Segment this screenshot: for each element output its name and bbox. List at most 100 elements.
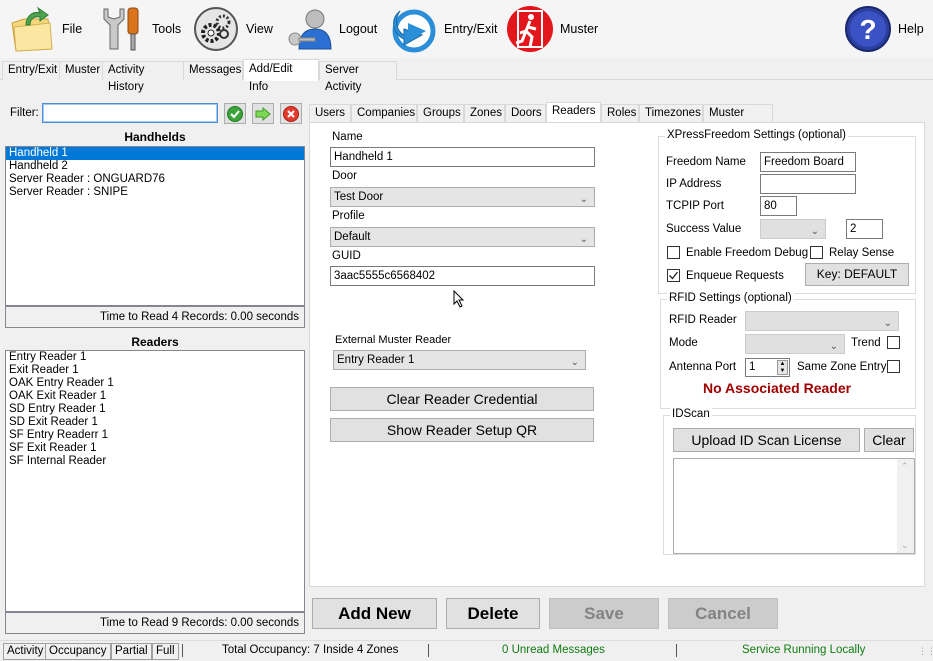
list-item[interactable]: OAK Exit Reader 1 <box>6 390 304 403</box>
separator <box>182 644 183 657</box>
name-input[interactable]: Handheld 1 <box>330 147 595 167</box>
list-item[interactable]: SF Entry Readerr 1 <box>6 429 304 442</box>
tab-server-activity[interactable]: Server Activity <box>319 61 397 93</box>
tab-doors[interactable]: Doors <box>505 104 546 123</box>
tab-companies[interactable]: Companies <box>351 104 417 123</box>
logout-label: Logout <box>339 22 378 36</box>
ip-address-input[interactable] <box>760 174 856 194</box>
upload-id-scan-license-button[interactable]: Upload ID Scan License <box>673 428 860 452</box>
clear-reader-credential-button[interactable]: Clear Reader Credential <box>330 387 594 411</box>
tab-add-edit-info[interactable]: Add/Edit Info <box>243 59 319 93</box>
antenna-port-spinner[interactable]: 1 ▲ ▼ <box>745 358 790 377</box>
tab-timezones[interactable]: Timezones <box>639 104 703 123</box>
list-item[interactable]: Handheld 2 <box>6 160 304 173</box>
tab-muster[interactable]: Muster <box>59 61 103 80</box>
list-item[interactable]: OAK Entry Reader 1 <box>6 377 304 390</box>
view-button[interactable]: View <box>192 4 273 54</box>
tab-readers[interactable]: Readers <box>546 102 601 124</box>
tab-zones[interactable]: Zones <box>464 104 505 123</box>
tools-icon <box>98 5 146 53</box>
save-button[interactable]: Save <box>549 598 659 629</box>
guid-input[interactable]: 3aac5555c6568402 <box>330 266 595 286</box>
tab-entry-exit[interactable]: Entry/Exit <box>2 61 60 80</box>
tab-users[interactable]: Users <box>309 104 351 123</box>
apply-filter-button[interactable] <box>224 103 246 124</box>
same-zone-entry-checkbox[interactable] <box>887 360 900 373</box>
sub-tabs: Users Companies Groups Zones Doors Reade… <box>309 102 925 136</box>
door-select[interactable]: Test Door ⌄ <box>330 187 595 207</box>
mode-select[interactable]: ⌄ <box>745 334 845 354</box>
arrow-right-icon <box>255 106 271 121</box>
clear-id-scan-button[interactable]: Clear <box>864 428 914 452</box>
tab-messages[interactable]: Messages <box>183 61 243 80</box>
tools-button[interactable]: Tools <box>98 4 181 54</box>
list-item[interactable]: SD Entry Reader 1 <box>6 403 304 416</box>
enable-freedom-debug-checkbox[interactable] <box>667 246 680 259</box>
enable-freedom-debug-label: Enable Freedom Debug <box>686 247 809 259</box>
full-button[interactable]: Full <box>152 643 179 660</box>
tab-muster-sites[interactable]: Muster Sites <box>703 104 773 136</box>
list-item[interactable]: Handheld 1 <box>6 147 304 160</box>
xpress-freedom-title: XPressFreedom Settings (optional) <box>665 129 848 141</box>
id-scan-textarea[interactable]: ⌃ ⌄ <box>673 458 915 554</box>
freedom-name-input[interactable]: Freedom Board <box>760 152 856 172</box>
enqueue-requests-checkbox[interactable] <box>667 269 680 282</box>
list-item[interactable]: Server Reader : ONGUARD76 <box>6 173 304 186</box>
next-button[interactable] <box>252 103 274 124</box>
same-zone-entry-label: Same Zone Entry <box>797 361 887 373</box>
total-occupancy: Total Occupancy: 7 Inside 4 Zones <box>222 644 399 656</box>
relay-sense-label: Relay Sense <box>829 247 895 259</box>
readers-panel: Name Handheld 1 Door Test Door ⌄ Profile… <box>309 122 925 587</box>
scrollbar[interactable]: ⌃ ⌄ <box>897 459 914 553</box>
key-default-button[interactable]: Key: DEFAULT <box>805 263 909 286</box>
list-item[interactable]: SF Exit Reader 1 <box>6 442 304 455</box>
scroll-up-icon[interactable]: ⌃ <box>901 461 909 472</box>
tab-activity-history[interactable]: Activity History <box>102 61 184 93</box>
success-value-select[interactable]: ⌄ <box>760 219 826 239</box>
tools-label: Tools <box>152 22 182 36</box>
main-tabs: Entry/Exit Muster Activity History Messa… <box>0 59 933 93</box>
rfid-settings-group: RFID Settings (optional) RFID Reader ⌄ M… <box>660 292 916 409</box>
delete-button[interactable]: Delete <box>446 598 540 629</box>
entry-exit-label: Entry/Exit <box>444 22 498 36</box>
unread-messages[interactable]: 0 Unread Messages <box>502 644 605 656</box>
filter-input[interactable] <box>42 103 218 123</box>
list-item[interactable]: Server Reader : SNIPE <box>6 186 304 199</box>
list-item[interactable]: SF Internal Reader <box>6 455 304 468</box>
rfid-reader-select[interactable]: ⌄ <box>745 311 899 331</box>
cancel-button[interactable]: Cancel <box>668 598 778 629</box>
clear-filter-button[interactable] <box>280 103 302 124</box>
list-item[interactable]: SD Exit Reader 1 <box>6 416 304 429</box>
readers-title: Readers <box>131 335 179 349</box>
tab-roles[interactable]: Roles <box>601 104 639 123</box>
spinner-arrows-icon[interactable]: ▲ ▼ <box>777 360 788 375</box>
gears-icon <box>192 5 240 53</box>
success-value-input[interactable]: 2 <box>846 219 883 239</box>
chevron-down-icon: ⌄ <box>829 341 838 352</box>
list-item[interactable]: Exit Reader 1 <box>6 364 304 377</box>
muster-button[interactable]: Muster <box>506 4 598 54</box>
show-reader-setup-qr-button[interactable]: Show Reader Setup QR <box>330 418 594 442</box>
relay-sense-checkbox[interactable] <box>810 246 823 259</box>
readers-list[interactable]: Entry Reader 1 Exit Reader 1 OAK Entry R… <box>5 350 305 612</box>
file-button[interactable]: File <box>8 4 82 54</box>
chevron-down-icon: ⌄ <box>579 194 588 205</box>
list-item[interactable]: Entry Reader 1 <box>6 351 304 364</box>
activity-button[interactable]: Activity <box>3 643 48 660</box>
partial-button[interactable]: Partial <box>111 643 152 660</box>
tab-groups[interactable]: Groups <box>417 104 464 123</box>
profile-select[interactable]: Default ⌄ <box>330 227 595 247</box>
arrow-circle-icon <box>390 5 438 53</box>
scroll-down-icon[interactable]: ⌄ <box>901 540 909 551</box>
entry-exit-button[interactable]: Entry/Exit <box>390 4 498 54</box>
add-new-button[interactable]: Add New <box>312 598 437 629</box>
trend-checkbox[interactable] <box>887 336 900 349</box>
resize-grip-icon[interactable]: ⋮⋮ <box>918 646 933 657</box>
help-button[interactable]: ? Help <box>844 4 924 54</box>
handhelds-list[interactable]: Handheld 1 Handheld 2 Server Reader : ON… <box>5 146 305 306</box>
logout-button[interactable]: Logout <box>285 4 377 54</box>
external-muster-select[interactable]: Entry Reader 1 ⌄ <box>333 350 586 370</box>
profile-label: Profile <box>332 210 365 222</box>
tcpip-port-input[interactable]: 80 <box>760 196 797 216</box>
occupancy-button[interactable]: Occupancy <box>45 643 111 660</box>
